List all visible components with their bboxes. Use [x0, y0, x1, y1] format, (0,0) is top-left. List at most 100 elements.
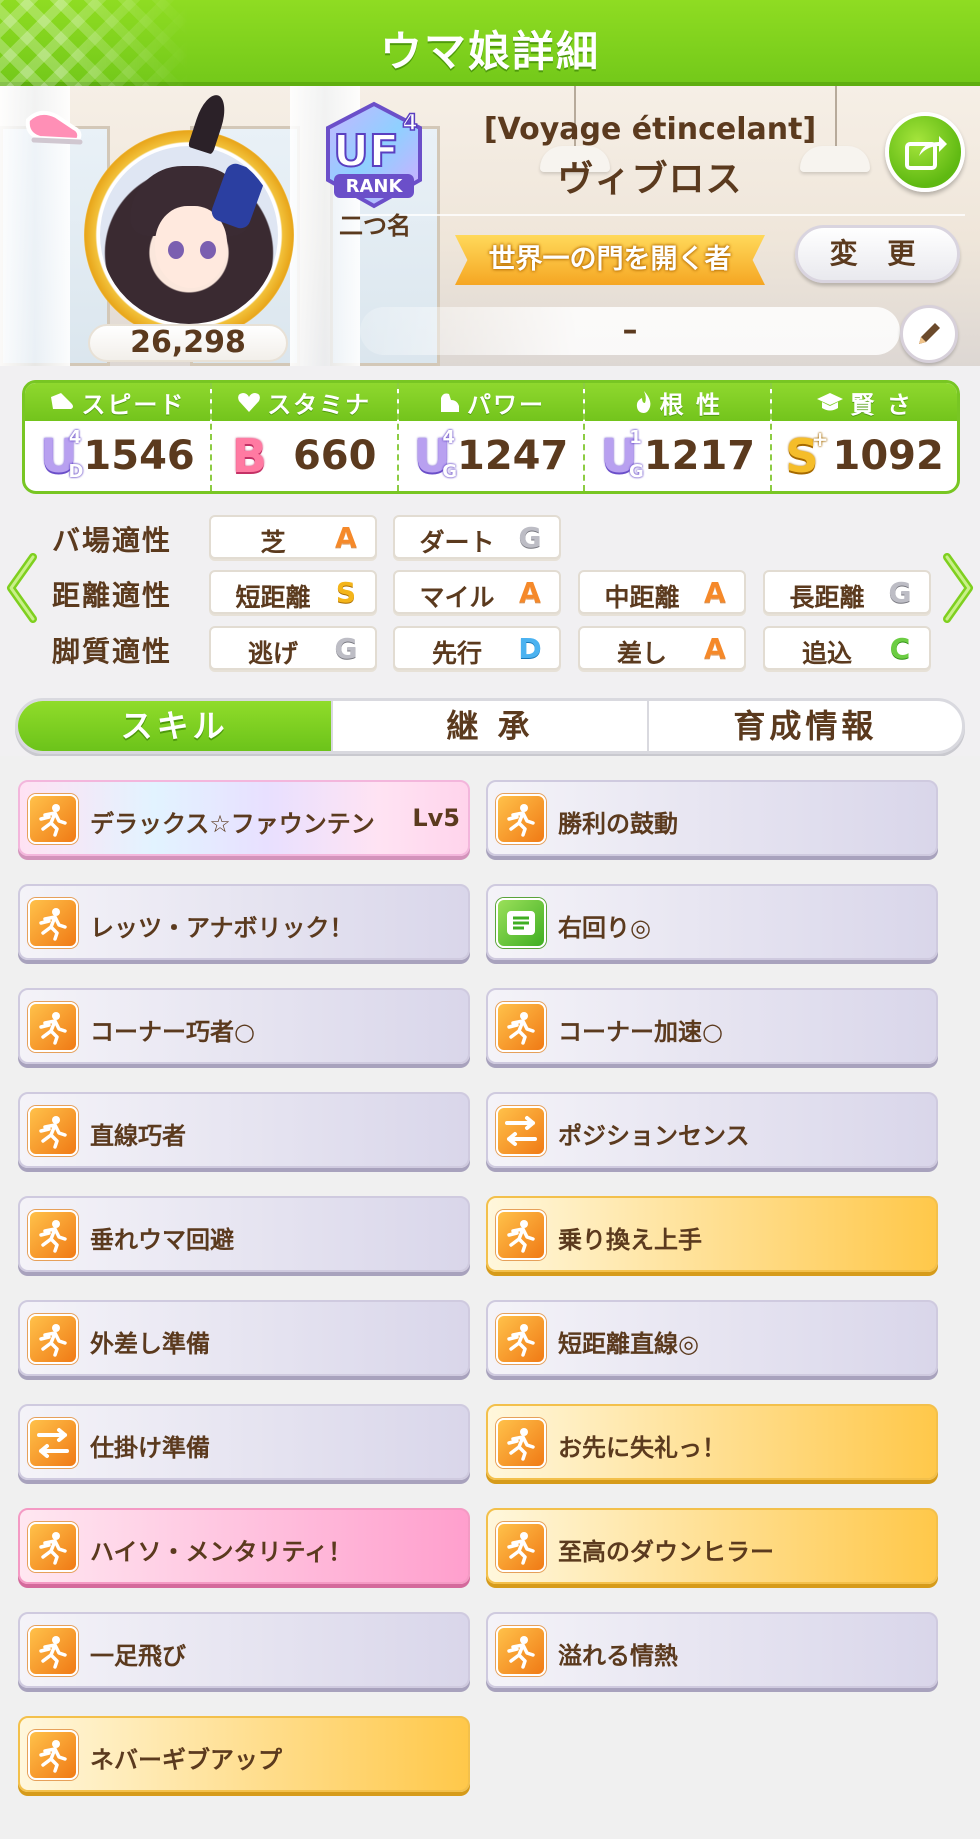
muscle-icon [440, 393, 459, 412]
skill-runner-icon [496, 1002, 546, 1052]
avatar-eye [200, 241, 216, 259]
skill-card[interactable]: ネバーギブアップ [18, 1716, 470, 1792]
skill-runner-icon [496, 1418, 546, 1468]
stat-guts-body: U1G 1217 [585, 421, 770, 491]
status-comment: – [360, 307, 900, 355]
skill-card[interactable]: ハイソ・メンタリティ！ [18, 1508, 470, 1584]
skill-runner-icon [28, 1626, 78, 1676]
skill-runner-icon [28, 1522, 78, 1572]
aptitude-chaser: 追込 C [763, 626, 931, 670]
skill-runner-icon [496, 1626, 546, 1676]
stat-grade: U1G [600, 429, 643, 481]
stat-value: 660 [292, 433, 377, 479]
skill-card[interactable]: コーナー巧者○ [18, 988, 470, 1064]
skill-card[interactable]: 垂れウマ回避 [18, 1196, 470, 1272]
aptitude-label: 距離適性 [52, 579, 173, 612]
skill-card[interactable]: お先に失礼っ！ [486, 1404, 938, 1480]
next-arrow[interactable] [938, 548, 978, 628]
stat-guts-header: 根 性 [585, 383, 771, 421]
character-name: ヴィブロス [557, 159, 743, 200]
style-aptitude-row: 脚質適性 逃げ G 先行 D 差し A 追込 C [0, 626, 980, 672]
aptitude-long: 長距離 G [763, 570, 931, 614]
aptitude-rank: G [518, 521, 542, 554]
aptitude-dirt: ダート G [393, 515, 561, 559]
skill-name: ハイソ・メンタリティ！ [90, 1538, 353, 1566]
aptitude-rank: G [888, 576, 912, 609]
skill-card[interactable]: 至高のダウンヒラー [486, 1508, 938, 1584]
skill-card[interactable]: コーナー加速○ [486, 988, 938, 1064]
aptitude-rank: A [335, 521, 357, 554]
stat-label: パワー [466, 390, 545, 419]
tab-inheritance[interactable]: 継 承 [333, 701, 649, 751]
stat-power-body: U4G 1247 [399, 421, 584, 491]
skill-name: 直線巧者 [90, 1122, 186, 1150]
aptitude-mile: マイル A [393, 570, 561, 614]
skill-name: 一足飛び [90, 1642, 186, 1670]
tab-training-info[interactable]: 育成情報 [649, 701, 962, 751]
skill-name: 短距離直線◎ [558, 1330, 699, 1358]
skill-card[interactable]: 直線巧者 [18, 1092, 470, 1168]
pencil-icon [919, 323, 940, 344]
distance-aptitude-row: 距離適性 短距離 S マイル A 中距離 A 長距離 G [0, 570, 980, 616]
aptitude-label: 脚質適性 [52, 635, 173, 668]
skill-card[interactable]: デラックス☆ファウンテン Lv5 [18, 780, 470, 856]
stat-stamina: スタミナ B 660 [211, 383, 399, 491]
change-epithet-button[interactable]: 変 更 [795, 225, 960, 283]
skill-list-icon [496, 898, 546, 948]
aptitude-rank: G [334, 632, 358, 665]
title-bar: ウマ娘詳細 [0, 0, 980, 86]
grade-sub-top: 4 [442, 427, 455, 448]
skill-card[interactable]: 右回り◎ [486, 884, 938, 960]
stat-grade: S + [785, 429, 828, 479]
skill-card[interactable]: 仕掛け準備 [18, 1404, 470, 1480]
grade-sub-top: 4 [68, 427, 82, 448]
aptitude-rank: A [704, 576, 726, 609]
skill-runner-icon [28, 1210, 78, 1260]
avatar[interactable] [100, 146, 278, 324]
skill-card[interactable]: 一足飛び [18, 1612, 470, 1688]
nickname: [Voyage étincelant] [483, 112, 817, 147]
skill-name: 外差し準備 [90, 1330, 210, 1358]
share-button[interactable] [885, 112, 965, 192]
aptitude-rank: A [519, 576, 541, 609]
tab-skills[interactable]: スキル [18, 701, 334, 751]
aptitude-rank: A [704, 632, 726, 665]
skill-card[interactable]: 短距離直線◎ [486, 1300, 938, 1376]
skill-runner-icon [496, 1210, 546, 1260]
skill-runner-icon [28, 1106, 78, 1156]
edit-button[interactable] [900, 305, 958, 363]
stat-guts: 根 性 U1G 1217 [585, 383, 773, 491]
skill-card[interactable]: 溢れる情熱 [486, 1612, 938, 1688]
stat-label: 賢 さ [850, 390, 913, 419]
skill-name: 乗り換え上手 [558, 1226, 702, 1254]
fan-count: 26,298 [88, 324, 288, 362]
aptitude-leader: 先行 D [393, 626, 561, 670]
rank-label: 二つ名 [339, 212, 411, 240]
stat-grade: U4D [40, 429, 83, 481]
skill-card[interactable]: 乗り換え上手 [486, 1196, 938, 1272]
stat-stamina-header: スタミナ [211, 383, 397, 421]
skill-card[interactable]: 勝利の鼓動 [486, 780, 938, 856]
skill-card[interactable]: レッツ・アナボリック！ [18, 884, 470, 960]
skill-runner-icon [28, 1002, 78, 1052]
aptitude-label: バ場適性 [52, 524, 173, 557]
aptitude-rank: D [518, 632, 542, 665]
stat-label: スタミナ [267, 390, 372, 419]
skill-name: 垂れウマ回避 [90, 1226, 234, 1254]
grade-sub-bottom: G [442, 461, 457, 482]
rank-badge-number: 4 [402, 111, 417, 136]
aptitude-sprint: 短距離 S [209, 570, 377, 614]
shoe-icon[interactable] [20, 102, 90, 152]
skill-runner-icon [28, 794, 78, 844]
tab-bar: スキル 継 承 育成情報 [15, 698, 965, 754]
skill-name: 溢れる情熱 [558, 1642, 678, 1670]
aptitude-name: 長距離 [789, 583, 865, 612]
skill-swap-icon [496, 1106, 546, 1156]
skill-card[interactable]: ポジションセンス [486, 1092, 938, 1168]
rank-badge-letters: UF [333, 126, 399, 177]
skill-name: 右回り◎ [558, 914, 651, 942]
chevron-right-icon [943, 553, 973, 623]
previous-arrow[interactable] [2, 548, 42, 628]
skill-card[interactable]: 外差し準備 [18, 1300, 470, 1376]
stat-power-header: パワー [398, 383, 584, 421]
